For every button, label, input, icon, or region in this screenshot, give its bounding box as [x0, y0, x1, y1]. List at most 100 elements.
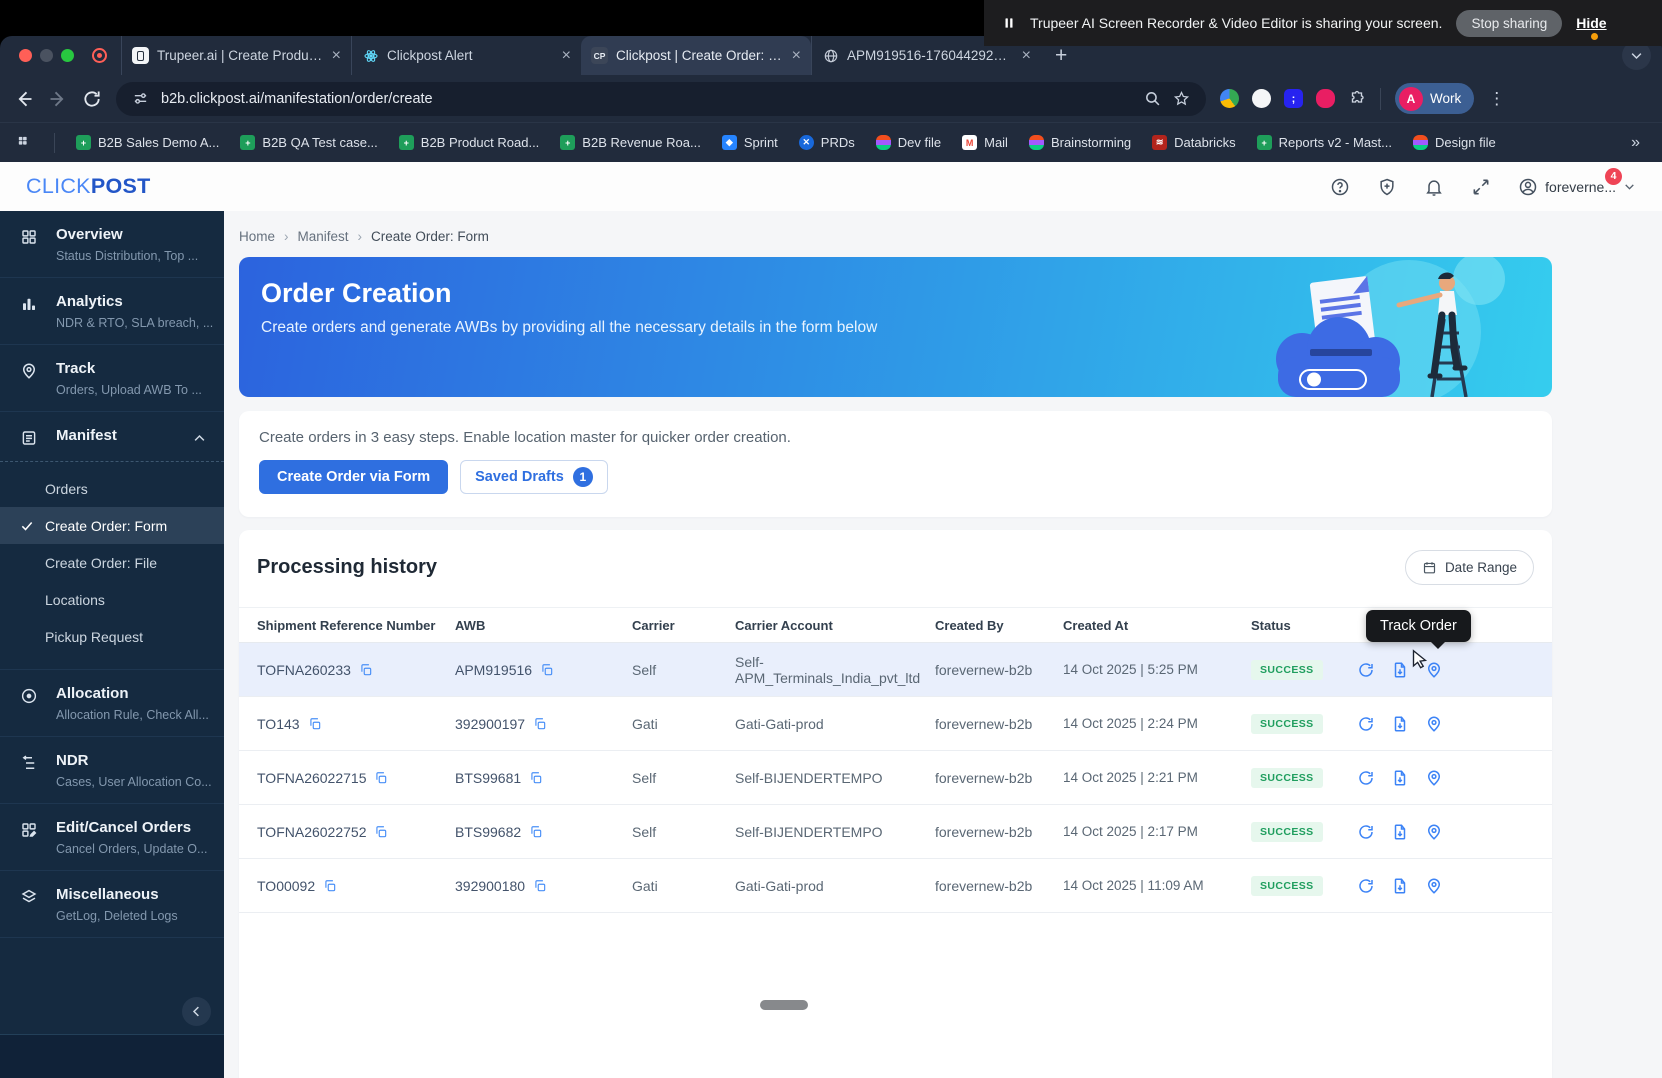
download-label-icon[interactable]	[1391, 715, 1409, 733]
extension-icon[interactable]	[1316, 89, 1335, 108]
download-label-icon[interactable]	[1391, 769, 1409, 787]
sidebar-subitem-locations[interactable]: Locations	[0, 581, 224, 618]
track-order-icon[interactable]	[1425, 877, 1443, 895]
sidebar-item-track[interactable]: Track Orders, Upload AWB To ...	[0, 345, 224, 412]
search-icon[interactable]	[1144, 90, 1161, 107]
extension-icon[interactable]	[1220, 89, 1239, 108]
bookmark-star-icon[interactable]	[1173, 90, 1190, 107]
jira-icon: ◆	[721, 135, 737, 150]
url-text[interactable]: b2b.clickpost.ai/manifestation/order/cre…	[161, 91, 1132, 107]
track-order-icon[interactable]	[1425, 769, 1443, 787]
copy-icon[interactable]	[533, 717, 547, 731]
close-icon[interactable]: ×	[332, 47, 341, 65]
download-label-icon[interactable]	[1391, 661, 1409, 679]
bookmark-item[interactable]: M Mail	[962, 135, 1008, 150]
copy-icon[interactable]	[308, 717, 322, 731]
apps-grid-icon[interactable]	[16, 134, 33, 151]
sidebar-subitem-create-order-file[interactable]: Create Order: File	[0, 544, 224, 581]
breadcrumb-home[interactable]: Home	[239, 229, 275, 244]
sidebar-item-ndr[interactable]: NDR Cases, User Allocation Co...	[0, 737, 224, 804]
download-label-icon[interactable]	[1391, 877, 1409, 895]
bookmark-item[interactable]: + B2B Sales Demo A...	[76, 135, 219, 150]
extension-icon[interactable]: ;	[1284, 89, 1303, 108]
create-order-via-form-button[interactable]: Create Order via Form	[259, 460, 449, 494]
copy-icon[interactable]	[374, 771, 388, 785]
saved-drafts-button[interactable]: Saved Drafts 1	[460, 460, 608, 494]
new-tab-button[interactable]: +	[1055, 44, 1067, 68]
tab-clickpost-alert[interactable]: Clickpost Alert ×	[351, 36, 581, 75]
processing-history-card: Processing history Date Range Shipment R…	[239, 530, 1552, 1078]
copy-icon[interactable]	[533, 879, 547, 893]
copy-icon[interactable]	[540, 663, 554, 677]
sidebar-subitem-pickup-request[interactable]: Pickup Request	[0, 618, 224, 655]
minimize-window-button[interactable]	[40, 49, 53, 62]
stop-sharing-button[interactable]: Stop sharing	[1456, 9, 1563, 37]
download-label-icon[interactable]	[1391, 823, 1409, 841]
browser-menu-icon[interactable]: ⋮	[1488, 89, 1505, 109]
bookmark-item[interactable]: ◆ Sprint	[721, 135, 778, 150]
bookmark-item[interactable]: + B2B Revenue Roa...	[560, 135, 701, 150]
track-order-icon[interactable]	[1425, 661, 1443, 679]
tab-create-order-active[interactable]: CP Clickpost | Create Order: Form ×	[581, 36, 811, 75]
extensions-puzzle-icon[interactable]	[1348, 90, 1366, 108]
retry-icon[interactable]	[1357, 823, 1375, 841]
bell-icon[interactable]	[1424, 177, 1444, 197]
zoom-window-button[interactable]	[61, 49, 74, 62]
browser-profile-button[interactable]: A Work	[1395, 83, 1475, 114]
close-icon[interactable]: ×	[562, 47, 571, 65]
sidebar-item-manifest[interactable]: Manifest	[0, 412, 224, 462]
track-order-icon[interactable]	[1425, 715, 1443, 733]
close-icon[interactable]: ×	[792, 47, 801, 65]
back-icon[interactable]	[14, 89, 34, 109]
bookmark-item[interactable]: Design file	[1413, 135, 1496, 150]
sidebar-item-edit-cancel-orders[interactable]: Edit/Cancel Orders Cancel Orders, Update …	[0, 804, 224, 871]
close-window-button[interactable]	[19, 49, 32, 62]
bookmark-item[interactable]: ≋ Databricks	[1152, 135, 1236, 150]
extension-icon[interactable]	[1252, 89, 1271, 108]
copy-icon[interactable]	[529, 825, 543, 839]
sidebar-item-analytics[interactable]: Analytics NDR & RTO, SLA breach, ...	[0, 278, 224, 345]
bookmark-item[interactable]: Dev file	[875, 135, 941, 150]
forward-icon[interactable]	[48, 89, 68, 109]
breadcrumb-separator: ›	[284, 229, 289, 244]
copy-icon[interactable]	[529, 771, 543, 785]
track-order-icon[interactable]	[1425, 823, 1443, 841]
bookmark-item[interactable]: ✕ PRDs	[798, 135, 855, 150]
copy-icon[interactable]	[374, 825, 388, 839]
bookmark-item[interactable]: + B2B Product Road...	[398, 135, 539, 150]
clickpost-logo[interactable]: CLICKPOST	[26, 174, 151, 199]
sidebar-subitem-orders[interactable]: Orders	[0, 470, 224, 507]
user-menu[interactable]: foreverne... 4	[1518, 167, 1636, 197]
address-bar[interactable]: b2b.clickpost.ai/manifestation/order/cre…	[116, 81, 1206, 116]
bookmarks-overflow-icon[interactable]: »	[1631, 134, 1646, 152]
retry-icon[interactable]	[1357, 769, 1375, 787]
copy-icon[interactable]	[359, 663, 373, 677]
hide-banner-link[interactable]: Hide	[1576, 15, 1607, 40]
sidebar-collapse-button[interactable]	[182, 997, 211, 1026]
expand-icon[interactable]	[1471, 177, 1491, 197]
sidebar-subitem-create-order-form[interactable]: Create Order: Form	[0, 507, 224, 544]
sidebar-item-miscellaneous[interactable]: Miscellaneous GetLog, Deleted Logs	[0, 871, 224, 938]
breadcrumb-separator: ›	[357, 229, 363, 244]
sidebar-item-overview[interactable]: Overview Status Distribution, Top ...	[0, 211, 224, 278]
site-settings-icon[interactable]	[132, 90, 149, 107]
tab-trupeer[interactable]: Trupeer.ai | Create Product Vi ×	[121, 36, 351, 75]
copy-icon[interactable]	[323, 879, 337, 893]
sidebar-item-allocation[interactable]: Allocation Allocation Rule, Check All...	[0, 670, 224, 737]
grid-edit-icon	[20, 821, 38, 839]
retry-icon[interactable]	[1357, 715, 1375, 733]
breadcrumb-manifest[interactable]: Manifest	[298, 229, 349, 244]
sheets-icon: +	[398, 135, 414, 150]
bookmark-item[interactable]: + Reports v2 - Mast...	[1256, 135, 1392, 150]
window-controls[interactable]	[0, 36, 88, 75]
horizontal-scrollbar[interactable]	[760, 1000, 808, 1010]
reload-icon[interactable]	[82, 89, 102, 109]
close-icon[interactable]: ×	[1022, 47, 1031, 65]
retry-icon[interactable]	[1357, 661, 1375, 679]
date-range-button[interactable]: Date Range	[1404, 550, 1534, 585]
shield-icon[interactable]	[1377, 177, 1397, 197]
help-icon[interactable]	[1330, 177, 1350, 197]
retry-icon[interactable]	[1357, 877, 1375, 895]
bookmark-item[interactable]: + B2B QA Test case...	[240, 135, 378, 150]
bookmark-item[interactable]: Brainstorming	[1028, 135, 1131, 150]
